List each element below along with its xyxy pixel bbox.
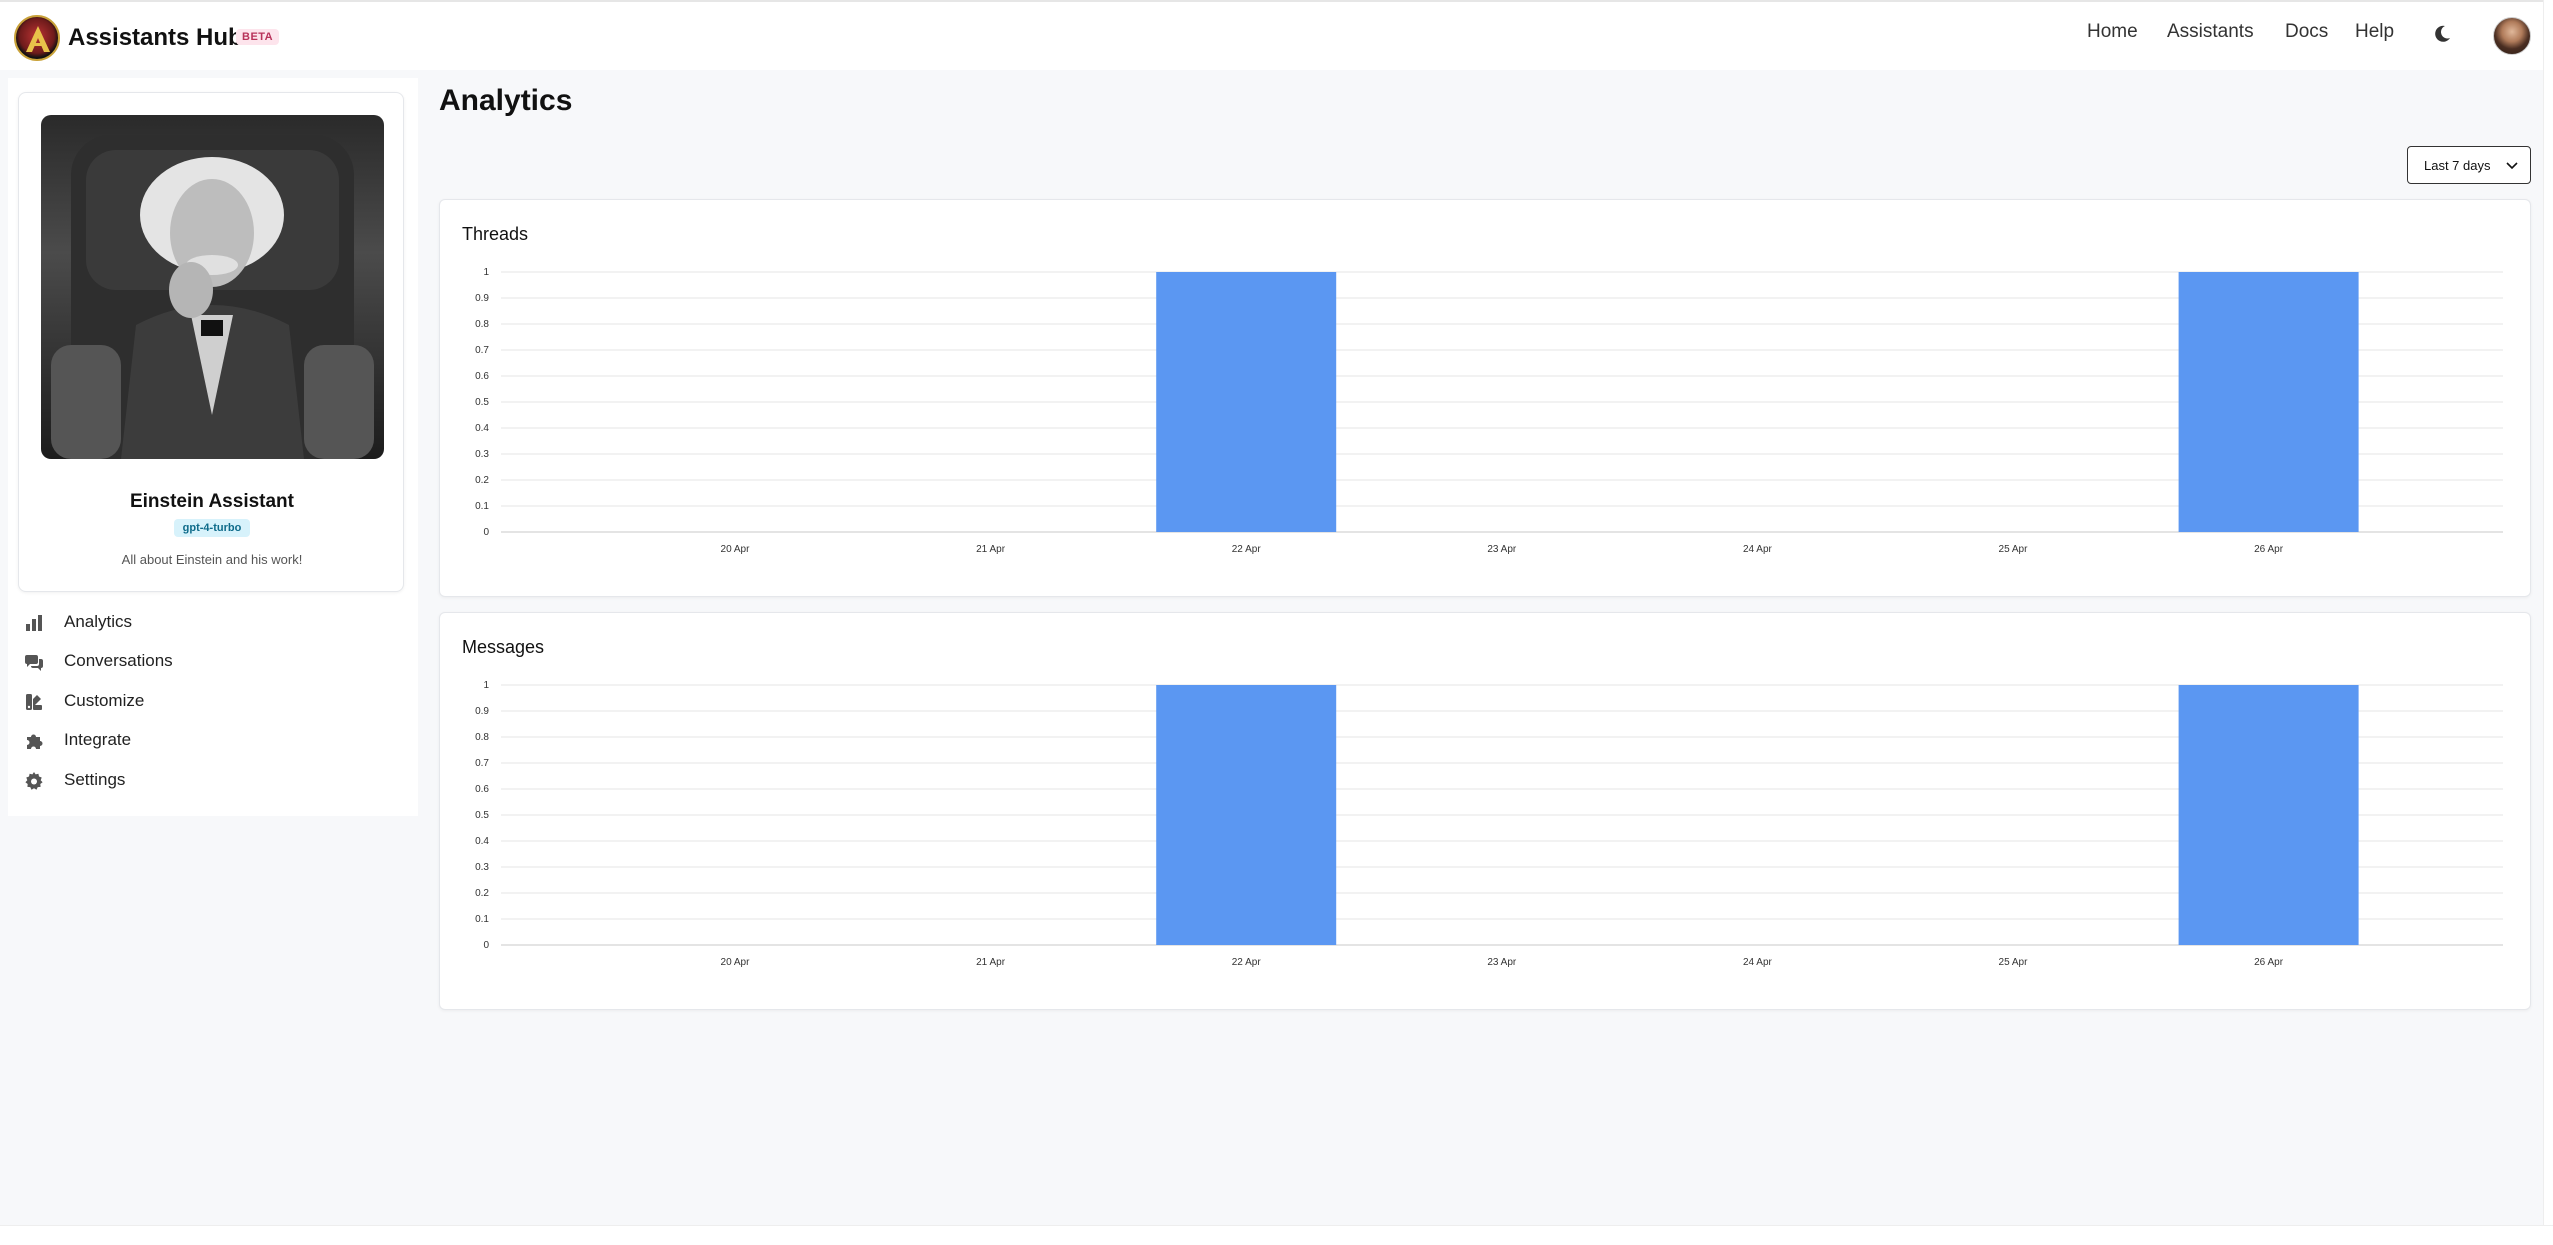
y-tick-label: 1 xyxy=(483,267,489,278)
assistant-portrait xyxy=(41,115,384,459)
app-logo[interactable] xyxy=(14,15,60,61)
sidebar-item-label: Settings xyxy=(64,770,126,789)
model-badge: gpt-4-turbo xyxy=(174,519,250,537)
y-tick-label: 0.6 xyxy=(475,371,489,382)
bar-22-apr[interactable] xyxy=(1156,685,1337,945)
y-tick-label: 0 xyxy=(483,527,489,538)
y-tick-label: 0.8 xyxy=(475,319,489,330)
brand-name[interactable]: Assistants Hub xyxy=(68,24,243,52)
sidebar-item-analytics[interactable]: Analytics xyxy=(24,608,404,638)
y-tick-label: 0.5 xyxy=(475,397,489,408)
x-tick-label: 21 Apr xyxy=(976,544,1006,555)
y-tick-label: 0 xyxy=(483,940,489,951)
sidebar: Einstein Assistant gpt-4-turbo All about… xyxy=(8,78,418,816)
y-tick-label: 0.7 xyxy=(475,345,489,356)
y-tick-label: 1 xyxy=(483,680,489,691)
palette-icon xyxy=(26,694,42,710)
y-tick-label: 0.4 xyxy=(475,423,489,434)
y-tick-label: 0.9 xyxy=(475,293,489,304)
page-title: Analytics xyxy=(439,84,573,117)
bar-26-apr[interactable] xyxy=(2178,685,2359,945)
chevron-down-icon xyxy=(2506,162,2518,170)
y-tick-label: 0.6 xyxy=(475,784,489,795)
y-tick-label: 0.7 xyxy=(475,758,489,769)
nav-assistants[interactable]: Assistants xyxy=(2167,21,2254,43)
messages-bar-chart: 0 0.1 0.2 0.3 0.4 0.5 0.6 0.7 0.8 0.9 1 20 Apr 21 Ap… xyxy=(475,680,2503,968)
assistant-name: Einstein Assistant xyxy=(129,491,294,512)
nav-help[interactable]: Help xyxy=(2355,21,2394,43)
top-navbar: Assistants Hub BETA Home Assistants Docs… xyxy=(0,0,2553,70)
x-tick-label: 26 Apr xyxy=(2254,544,2284,555)
threads-chart-card: Threads 0 0.1 0.2 0.3 0.4 0.5 0.6 0.7 0.8 0.9 1 20 … xyxy=(439,199,2531,597)
y-tick-label: 0.2 xyxy=(475,475,489,486)
date-range-label: Last 7 days xyxy=(2424,158,2491,173)
chat-bubbles-icon xyxy=(25,655,43,671)
sidebar-item-integrate[interactable]: Integrate xyxy=(24,726,404,756)
y-tick-label: 0.5 xyxy=(475,810,489,821)
sidebar-item-label: Analytics xyxy=(64,612,133,631)
y-tick-label: 0.3 xyxy=(475,449,489,460)
y-tick-label: 0.9 xyxy=(475,706,489,717)
sidebar-item-label: Conversations xyxy=(64,651,173,670)
y-tick-label: 0.3 xyxy=(475,862,489,873)
x-tick-label: 24 Apr xyxy=(1743,544,1773,555)
x-tick-label: 23 Apr xyxy=(1487,957,1517,968)
user-avatar[interactable] xyxy=(2493,17,2531,55)
logo-a-icon xyxy=(26,26,50,52)
bottom-bar xyxy=(0,1225,2553,1245)
sidebar-item-conversations[interactable]: Conversations xyxy=(24,647,404,677)
assistant-profile-card: Einstein Assistant gpt-4-turbo All about… xyxy=(18,92,404,592)
y-tick-label: 0.2 xyxy=(475,888,489,899)
date-range-dropdown[interactable]: Last 7 days xyxy=(2407,146,2531,184)
x-tick-label: 20 Apr xyxy=(721,957,751,968)
threads-bar-chart: 0 0.1 0.2 0.3 0.4 0.5 0.6 0.7 0.8 0.9 1 20 Apr 21 Ap… xyxy=(475,267,2503,555)
sidebar-item-label: Customize xyxy=(64,691,145,710)
assistant-description: All about Einstein and his work! xyxy=(121,552,303,567)
beta-badge: BETA xyxy=(236,29,280,45)
x-tick-label: 25 Apr xyxy=(1999,957,2029,968)
nav-home[interactable]: Home xyxy=(2087,21,2138,43)
x-tick-label: 22 Apr xyxy=(1232,544,1262,555)
messages-chart-card: Messages 0 0.1 0.2 0.3 0.4 0.5 0.6 0.7 0.8 0.9 1 20… xyxy=(439,612,2531,1010)
sidebar-item-customize[interactable]: Customize xyxy=(24,687,404,717)
x-tick-label: 21 Apr xyxy=(976,957,1006,968)
sidebar-item-settings[interactable]: Settings xyxy=(24,766,404,796)
y-tick-label: 0.8 xyxy=(475,732,489,743)
bar-22-apr[interactable] xyxy=(1156,272,1337,532)
moon-icon[interactable] xyxy=(2430,22,2454,46)
bar-26-apr[interactable] xyxy=(2178,272,2359,532)
x-tick-label: 26 Apr xyxy=(2254,957,2284,968)
vertical-scrollbar[interactable] xyxy=(2543,0,2553,1245)
gear-icon xyxy=(25,772,43,790)
nav-docs[interactable]: Docs xyxy=(2285,21,2328,43)
y-tick-label: 0.1 xyxy=(475,914,489,925)
x-tick-label: 24 Apr xyxy=(1743,957,1773,968)
bar-chart-icon xyxy=(26,615,42,631)
x-tick-label: 20 Apr xyxy=(721,544,751,555)
puzzle-icon xyxy=(27,734,43,749)
x-tick-label: 23 Apr xyxy=(1487,544,1517,555)
sidebar-item-label: Integrate xyxy=(64,730,132,749)
y-tick-label: 0.4 xyxy=(475,836,489,847)
x-tick-label: 22 Apr xyxy=(1232,957,1262,968)
y-tick-label: 0.1 xyxy=(475,501,489,512)
x-tick-label: 25 Apr xyxy=(1999,544,2029,555)
